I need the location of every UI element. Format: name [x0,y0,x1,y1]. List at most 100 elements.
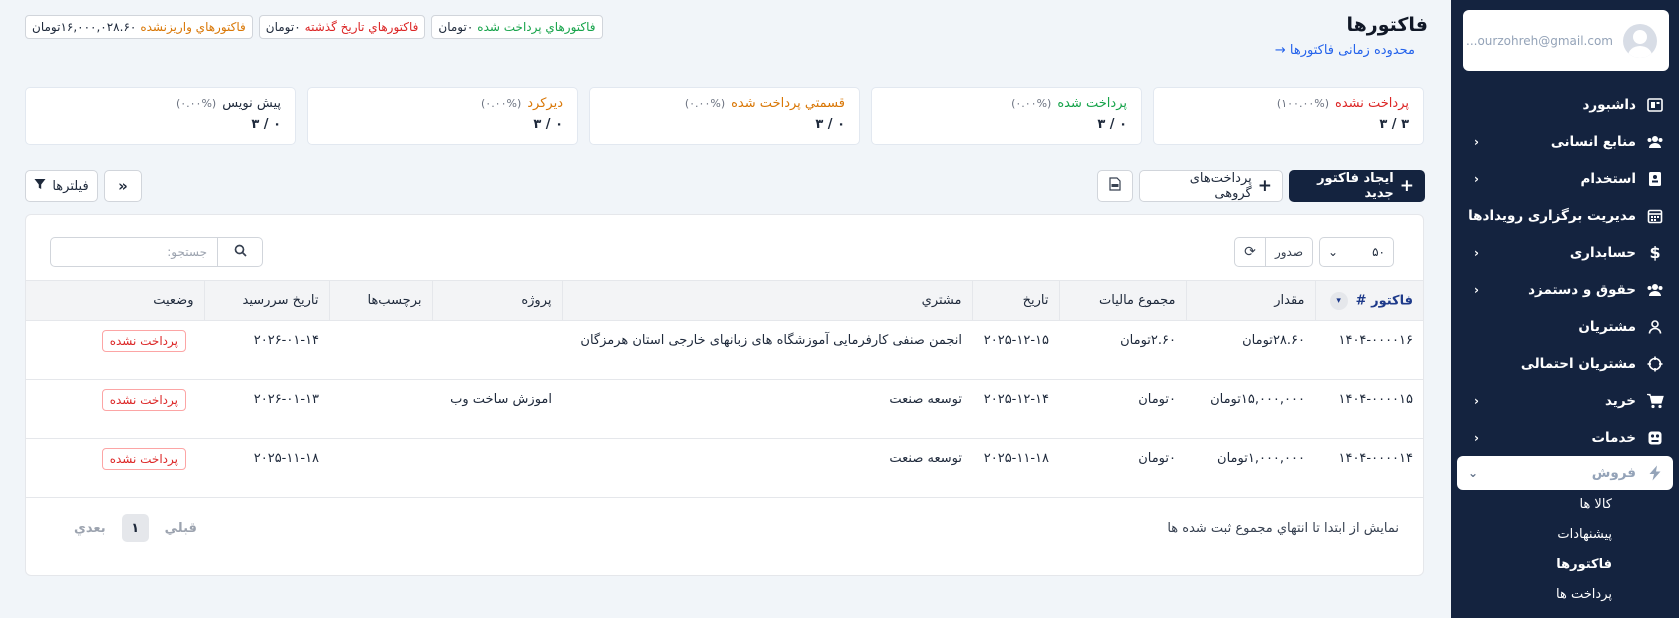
invoice-project[interactable]: اموزش ساخت وب [432,379,562,439]
paid-summary-amount: ۰تومان [438,20,474,34]
create-invoice-button[interactable]: + ایجاد فاکتور جدید [1289,170,1425,202]
invoice-tax: ۲.۶۰تومان [1059,320,1186,380]
search-button[interactable] [218,237,263,267]
page-length-select[interactable]: ⌄ ۵۰ [1319,237,1394,267]
invoice-number[interactable]: ۱۴۰۴-۰۰۰۰۱۵ [1315,379,1423,439]
unpaid-summary-amount: ۱۶,۰۰۰,۰۲۸.۶۰تومان [32,20,137,34]
sidebar-item-accounting[interactable]: $ حسابداری ‹ [1451,234,1679,271]
search-icon [234,244,247,261]
column-header-project[interactable]: پروژه [431,280,562,321]
invoice-project[interactable] [432,320,562,380]
invoice-range-link[interactable]: محدوده زمانی فاکتورها → [1275,43,1415,58]
stat-percent: (۰.۰۰%) [175,97,217,110]
invoice-customer[interactable]: انجمن صنفی کارفرمایی آموزشگاه های زبانها… [562,320,972,380]
sidebar-item-label: مشتریان [1578,318,1636,335]
page-button-current[interactable]: ۱ [121,514,149,542]
column-header-customer[interactable]: مشتري [561,280,972,321]
stat-card-partially-paid[interactable]: قسمتي پرداخت شده (۰.۰۰%) ۰ / ۳ [589,87,860,145]
filters-button[interactable]: فیلترها [25,170,98,202]
invoice-customer[interactable]: توسعه صنعت [562,379,972,439]
sidebar-item-services[interactable]: خدمات ‹ [1451,419,1679,456]
search-input[interactable]: جستجو: [50,237,218,267]
next-page-button[interactable]: بعدي [74,521,106,536]
calendar-icon [1646,207,1664,225]
stat-card-paid[interactable]: پرداخت شده (۰.۰۰%) ۰ / ۳ [871,87,1142,145]
sidebar-item-purchase[interactable]: خرید ‹ [1451,382,1679,419]
stat-count: ۰ / ۳ [533,117,563,132]
table-info: نمایش از ابتدا تا انتهاي مجموع ثبت شده ه… [1167,521,1399,536]
filter-toolbar: فیلترها » [25,170,142,202]
stat-label: پرداخت نشده [1335,96,1409,111]
pdf-export-button[interactable] [1097,170,1133,202]
payroll-users-icon [1646,281,1664,299]
arrow-right-icon: → [1274,43,1286,58]
summary-pills: فاکتورهاي واريزنشده ۱۶,۰۰۰,۰۲۸.۶۰تومان ف… [25,15,603,39]
batch-payments-button[interactable]: + پرداخت‌های گروهی [1139,170,1283,202]
page-title: فاکتورها [1346,14,1428,36]
submenu-item-proposals[interactable]: پیشنهادات [1451,520,1612,550]
table-row[interactable]: ۱۴۰۴-۰۰۰۰۱۴ ۱,۰۰۰,۰۰۰تومان ۰تومان ۲۰۲۵-۱… [26,438,1423,498]
sidebar-item-payroll[interactable]: حقوق و دستمزد ‹ [1451,271,1679,308]
sidebar-nav: داشبورد منابع انسانی ‹ استخدام ‹ مدیریت … [1451,86,1679,610]
sidebar-item-hr[interactable]: منابع انسانی ‹ [1451,123,1679,160]
stat-label: پيش نويس [222,96,281,111]
invoice-number[interactable]: ۱۴۰۴-۰۰۰۰۱۴ [1315,438,1423,498]
export-button[interactable]: صدور [1266,237,1313,267]
invoice-project[interactable] [432,438,562,498]
unpaid-summary-label: فاکتورهاي واريزنشده [140,20,246,34]
chevron-left-icon: ‹ [1474,282,1479,297]
reload-button[interactable]: ⟳ [1234,237,1266,267]
table-controls: ⟳ صدور ⌄ ۵۰ [1234,237,1394,267]
column-header-tax[interactable]: مجموع ماليات [1058,280,1186,321]
filters-label: فیلترها [52,178,89,194]
stat-card-draft[interactable]: پيش نويس (۰.۰۰%) ۰ / ۳ [25,87,296,145]
user-icon [1646,318,1664,336]
export-group: ⟳ صدور [1234,237,1313,267]
dashboard-icon [1646,96,1664,114]
users-icon [1646,133,1664,151]
user-card[interactable]: ...ourzohreh@gmail.com [1463,10,1669,71]
column-header-due-date[interactable]: تاريخ سررسيد [203,280,329,321]
column-header-invoice[interactable]: فاکتور #▾ [1314,280,1423,321]
sidebar-item-events[interactable]: مدیریت برگزاری رویدادها [1451,197,1679,234]
overdue-summary-label: فاکتورهاي تاريخ گذشته [304,20,419,34]
column-header-tags[interactable]: برچسب‌ها [328,280,432,321]
plus-icon: + [1399,176,1414,196]
stat-card-overdue[interactable]: ديرکرد (۰.۰۰%) ۰ / ۳ [307,87,578,145]
paid-summary-label: فاکتورهاي پرداخت شده [477,20,596,34]
previous-page-button[interactable]: قبلي [165,521,197,536]
invoice-due-date: ۲۰۲۶-۰۱-۱۳ [204,379,329,439]
invoice-stats: پرداخت نشده (۱۰۰.۰۰%) ۳ / ۳ پرداخت شده (۰.… [25,87,1424,145]
column-header-date[interactable]: تاريخ [971,280,1059,321]
unpaid-summary-pill: فاکتورهاي واريزنشده ۱۶,۰۰۰,۰۲۸.۶۰تومان [25,15,253,39]
sidebar-item-recruitment[interactable]: استخدام ‹ [1451,160,1679,197]
submenu-item-items[interactable]: کالا ها [1451,490,1612,520]
submenu-item-payments[interactable]: پرداخت ها [1451,580,1612,610]
sidebar-item-dashboard[interactable]: داشبورد [1451,86,1679,123]
refresh-icon: ⟳ [1244,244,1256,260]
toggle-panel-button[interactable]: » [104,170,142,202]
chevron-left-icon: ‹ [1474,393,1479,408]
table-row[interactable]: ۱۴۰۴-۰۰۰۰۱۵ ۱۵,۰۰۰,۰۰۰تومان ۰تومان ۲۰۲۵-… [26,379,1423,439]
sidebar-item-leads[interactable]: مشتریان احتمالی [1451,345,1679,382]
column-toggle-icon[interactable]: ▾ [1329,291,1348,310]
sidebar-item-customers[interactable]: مشتریان [1451,308,1679,345]
sidebar-item-sales[interactable]: فروش ⌄ [1457,456,1673,490]
sidebar-item-label: داشبورد [1582,96,1636,113]
invoice-date: ۲۰۲۵-۱۲-۱۴ [972,379,1059,439]
pagination: بعدي ۱ قبلي [74,514,197,542]
invoice-customer[interactable]: توسعه صنعت [562,438,972,498]
invoice-due-date: ۲۰۲۵-۱۱-۱۸ [204,438,329,498]
invoice-number[interactable]: ۱۴۰۴-۰۰۰۰۱۶ [1315,320,1423,380]
sidebar-item-label: مشتریان احتمالی [1520,355,1636,372]
overdue-summary-pill: فاکتورهاي تاريخ گذشته ۰تومان [258,15,426,39]
table-row[interactable]: ۱۴۰۴-۰۰۰۰۱۶ ۲۸.۶۰تومان ۲.۶۰تومان ۲۰۲۵-۱۲… [26,320,1423,380]
invoice-amount: ۲۸.۶۰تومان [1186,320,1315,380]
invoice-status: پرداخت نشده [26,379,204,439]
sidebar: ...ourzohreh@gmail.com داشبورد منابع انس… [1451,0,1679,618]
stat-card-unpaid[interactable]: پرداخت نشده (۱۰۰.۰۰%) ۳ / ۳ [1153,87,1424,145]
column-header-status[interactable]: وضعيت [26,280,204,321]
column-header-amount[interactable]: مقدار [1185,280,1315,321]
avatar[interactable] [1623,23,1657,58]
submenu-item-invoices[interactable]: فاکتورها [1451,550,1612,580]
